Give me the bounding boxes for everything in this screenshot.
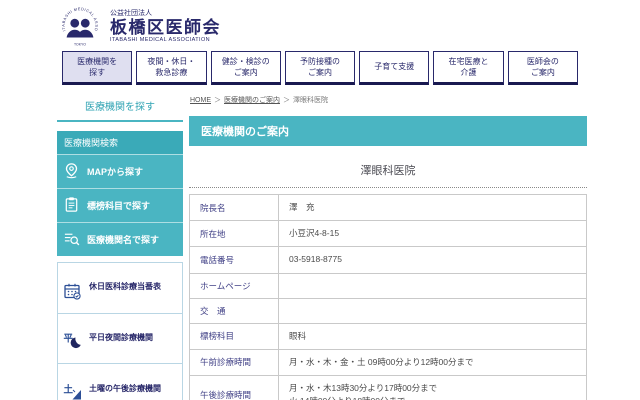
table-row: 所在地 小豆沢4-8-15 — [189, 220, 587, 248]
row-value: 03-5918-8775 — [278, 246, 587, 274]
clinic-name: 澤眼科医院 — [189, 162, 587, 188]
breadcrumb-home-link[interactable]: HOME — [190, 97, 211, 104]
sidebar-link-label: 休日医科診療当番表 — [89, 282, 161, 292]
sidebar-item-search-by-department[interactable]: 標榜科目で探す — [57, 188, 183, 222]
row-label: 午後診療時間 — [189, 374, 279, 400]
main-nav: 医療機関を 探す 夜間・休日・ 救急診療 健診・検診の ご案内 予防接種の ご案… — [62, 51, 578, 85]
row-label: 標榜科目 — [189, 322, 279, 350]
row-value: 小豆沢4-8-15 — [278, 220, 587, 248]
table-row: 院長名 澤 充 — [189, 193, 587, 222]
svg-text:ITABASHI MEDICAL ASSOCIATION: ITABASHI MEDICAL ASSOCIATION — [59, 6, 98, 32]
breadcrumb-section-link[interactable]: 医療機関のご案内 — [224, 97, 280, 104]
sidebar-link-label: 平日夜間診療機関 — [89, 332, 153, 342]
breadcrumb-current: 澤眼科医院 — [293, 97, 328, 104]
org-title-block: 公益社団法人 板橋区医師会 ITABASHI MEDICAL ASSOCIATI… — [110, 10, 221, 44]
content-area: 医療機関を探す 医療機関検索 MAPから探す 標榜科目で探す 医療機関名で探す … — [0, 95, 640, 400]
row-value — [278, 297, 587, 324]
sidebar-search-header: 医療機関検索 — [57, 131, 183, 154]
row-label: 交 通 — [189, 297, 279, 324]
row-label: 院長名 — [189, 193, 279, 222]
sidebar-link-saturday-afternoon-clinics[interactable]: 土 土曜の午後診療機関 — [58, 363, 182, 400]
row-label: 電話番号 — [189, 246, 279, 274]
nav-checkup-guide[interactable]: 健診・検診の ご案内 — [210, 51, 281, 85]
association-seal-logo[interactable]: ITABASHI MEDICAL ASSOCIATION TOKYO — [57, 2, 101, 48]
nav-association-guide[interactable]: 医師会の ご案内 — [507, 51, 578, 85]
map-pin-icon — [63, 162, 80, 181]
row-label: 所在地 — [189, 220, 279, 248]
sidebar-item-label: MAPから探す — [87, 167, 143, 177]
nav-homecare-nursing[interactable]: 在宅医療と 介護 — [433, 51, 504, 85]
sidebar-item-label: 医療機関名で探す — [87, 235, 160, 245]
page-title: 医療機関のご案内 — [189, 116, 587, 146]
seal-ring-text: ITABASHI MEDICAL ASSOCIATION — [57, 2, 98, 31]
row-label: 午前診療時間 — [189, 348, 279, 376]
breadcrumb-separator: ＞ — [214, 97, 221, 104]
row-value: 澤 充 — [278, 193, 587, 222]
org-type: 公益社団法人 — [110, 9, 152, 17]
row-label: ホームページ — [189, 272, 279, 299]
sidebar-search-box: 医療機関検索 MAPから探す 標榜科目で探す 医療機関名で探す — [57, 131, 183, 256]
table-row: 標榜科目 眼科 — [189, 322, 587, 350]
nav-vaccination-guide[interactable]: 予防接種の ご案内 — [284, 51, 356, 85]
breadcrumb: HOME ＞医療機関のご案内＞澤眼科医院 — [190, 95, 587, 105]
sidebar-item-search-by-name[interactable]: 医療機関名で探す — [57, 222, 183, 256]
nav-childcare-support[interactable]: 子育て支援 — [359, 51, 430, 85]
site-header: ITABASHI MEDICAL ASSOCIATION TOKYO 公益社団法… — [0, 0, 640, 48]
saturday-afternoon-icon: 土 — [63, 372, 82, 400]
calendar-icon — [63, 271, 82, 305]
sidebar-item-search-by-map[interactable]: MAPから探す — [57, 154, 183, 188]
sidebar-title: 医療機関を探す — [57, 95, 183, 122]
nav-night-holiday-emergency[interactable]: 夜間・休日・ 救急診療 — [136, 51, 207, 85]
nav-find-medical-institution[interactable]: 医療機関を 探す — [62, 51, 133, 85]
sidebar-link-weekday-night-clinics[interactable]: 平 平日夜間診療機関 — [58, 312, 182, 364]
main-content: HOME ＞医療機関のご案内＞澤眼科医院 医療機関のご案内 澤眼科医院 院長名 澤… — [189, 95, 587, 400]
table-row: 交 通 — [189, 297, 587, 324]
svg-text:土: 土 — [64, 383, 74, 395]
breadcrumb-separator: ＞ — [283, 97, 290, 104]
sidebar-links: 休日医科診療当番表 平 平日夜間診療機関 土 土曜の午後診療機関 — [57, 262, 183, 400]
sidebar-link-label: 土曜の午後診療機関 — [89, 383, 161, 393]
table-row: ホームページ — [189, 272, 587, 299]
weekday-night-icon: 平 — [63, 322, 82, 356]
org-name: 板橋区医師会 — [110, 17, 221, 37]
row-value: 月・水・木13時30分より17時00分まで 火 14時00分より18時00分まで — [278, 374, 587, 400]
table-row: 午前診療時間 月・水・木・金・土 09時00分より12時00分まで — [189, 348, 587, 376]
table-row: 電話番号 03-5918-8775 — [189, 246, 587, 274]
sidebar-item-label: 標榜科目で探す — [87, 201, 151, 211]
sidebar-link-holiday-duty-roster[interactable]: 休日医科診療当番表 — [58, 263, 182, 313]
org-name-en: ITABASHI MEDICAL ASSOCIATION — [110, 37, 211, 44]
row-value — [278, 272, 587, 299]
clinic-info-table: 院長名 澤 充 所在地 小豆沢4-8-15 電話番号 03-5918-8775 … — [189, 193, 587, 400]
sidebar: 医療機関を探す 医療機関検索 MAPから探す 標榜科目で探す 医療機関名で探す … — [57, 95, 183, 400]
clipboard-icon — [63, 196, 80, 215]
row-value: 月・水・木・金・土 09時00分より12時00分まで — [278, 348, 587, 376]
table-row: 午後診療時間 月・水・木13時30分より17時00分まで 火 14時00分より1… — [189, 374, 587, 400]
row-value: 眼科 — [278, 322, 587, 350]
seal-bottom-text: TOKYO — [74, 42, 86, 46]
list-search-icon — [63, 230, 80, 249]
